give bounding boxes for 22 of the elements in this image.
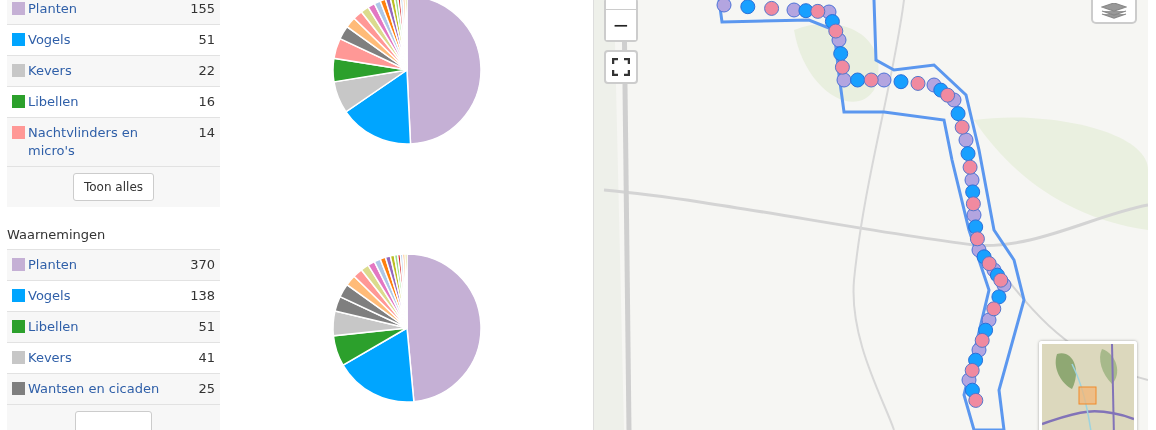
group-link[interactable]: Kevers [28,62,72,80]
group-link[interactable]: Planten [28,256,77,274]
count: 155 [190,0,215,18]
section-title: Waarnemingen [7,227,107,242]
group-link[interactable]: Libellen [28,93,79,111]
count: 16 [198,93,215,111]
group-link[interactable]: Libellen [28,318,79,336]
count: 25 [198,380,215,398]
group-link[interactable]: Nachtvlinders en micro's [28,124,170,160]
count: 22 [198,62,215,80]
group-link[interactable]: Kevers [28,349,72,367]
group-link[interactable]: Planten [28,0,77,18]
count: 51 [198,318,215,336]
group-link[interactable]: Vogels [28,287,71,305]
group-link[interactable]: Vogels [28,31,71,49]
count: 14 [198,124,215,142]
count: 41 [198,349,215,367]
group-link[interactable]: Wantsen en cicaden [28,380,160,398]
count: 370 [190,256,215,274]
count: 138 [190,287,215,305]
show-all-button[interactable]: Toon alles [72,173,155,201]
count: 51 [198,31,215,49]
